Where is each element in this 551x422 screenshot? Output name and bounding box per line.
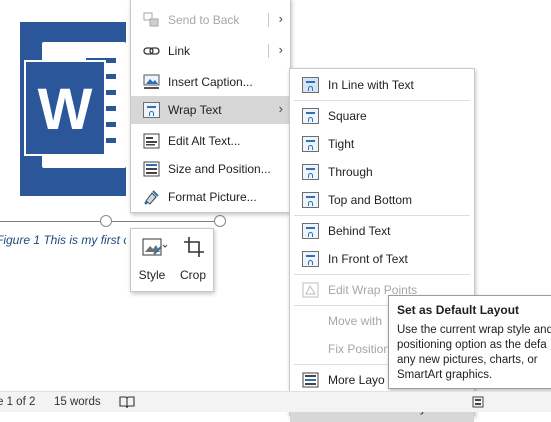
word-count[interactable]: 15 words xyxy=(54,396,101,408)
menu-label-link: Link xyxy=(168,44,191,58)
alt-text-icon xyxy=(143,133,160,149)
page-count[interactable]: e 1 of 2 xyxy=(0,396,35,408)
split-divider xyxy=(268,13,269,27)
chevron-right-icon: › xyxy=(278,11,283,26)
menu-item-send-to-back[interactable]: Send to Back › xyxy=(131,6,290,34)
in-front-of-text-icon xyxy=(302,251,319,267)
menu-label-size-position: Size and Position... xyxy=(168,162,271,176)
crop-icon xyxy=(184,237,204,257)
wrap-through[interactable]: Through xyxy=(290,158,474,186)
menu-label-edit-alt-text: Edit Alt Text... xyxy=(168,134,241,148)
wrap-behind-text[interactable]: Behind Text xyxy=(290,217,474,245)
proofing-book-icon[interactable] xyxy=(119,395,135,409)
crop-button[interactable]: Crop xyxy=(173,229,213,291)
in-line-with-text-icon xyxy=(302,77,319,93)
resize-handle-bottom-right[interactable] xyxy=(214,215,226,227)
wrap-label-tight: Tight xyxy=(328,137,355,151)
menu-divider xyxy=(294,215,470,216)
wrap-label-in-front: In Front of Text xyxy=(328,252,408,266)
wrap-label-move-with: Move with xyxy=(328,314,383,328)
resize-handle-bottom[interactable] xyxy=(100,215,112,227)
style-label: Style xyxy=(138,268,166,282)
context-menu: Send to Back › Link › Insert Caption... … xyxy=(130,0,291,213)
menu-item-insert-caption[interactable]: Insert Caption... xyxy=(131,68,290,96)
menu-label-wrap-text: Wrap Text xyxy=(168,103,222,117)
menu-divider xyxy=(294,274,470,275)
behind-text-icon xyxy=(302,223,319,239)
wrap-label-through: Through xyxy=(328,165,373,179)
menu-item-wrap-text[interactable]: Wrap Text › xyxy=(131,96,290,124)
style-button[interactable]: Style xyxy=(131,229,173,291)
crop-label: Crop xyxy=(179,268,206,282)
wrap-in-line-with-text[interactable]: In Line with Text xyxy=(290,71,474,99)
wrap-label-fix-position: Fix Position xyxy=(328,342,391,356)
tooltip-body: Use the current wrap style and positioni… xyxy=(397,324,551,381)
menu-item-format-picture[interactable]: Format Picture... xyxy=(131,183,290,211)
status-bar: e 1 of 2 15 words xyxy=(0,391,551,412)
wrap-label-top-bottom: Top and Bottom xyxy=(328,193,413,207)
square-wrap-icon xyxy=(302,108,319,124)
menu-divider xyxy=(294,100,470,101)
top-bottom-wrap-icon xyxy=(302,192,319,208)
wrap-label-square: Square xyxy=(328,109,367,123)
chevron-right-icon: › xyxy=(278,42,283,57)
link-icon xyxy=(143,47,160,55)
figure-caption[interactable]: Figure 1 This is my first ca xyxy=(0,233,126,247)
send-to-back-icon xyxy=(143,12,159,27)
view-mode-icon[interactable] xyxy=(472,396,484,408)
mini-toolbar: Style Crop xyxy=(130,228,214,292)
picture-style-icon xyxy=(142,238,168,256)
menu-label-format-picture: Format Picture... xyxy=(168,190,257,204)
menu-item-edit-alt-text[interactable]: Edit Alt Text... xyxy=(131,127,290,155)
insert-caption-icon xyxy=(143,74,160,89)
tooltip-title: Set as Default Layout xyxy=(397,303,520,317)
wrap-label-more-layout: More Layo xyxy=(328,373,385,387)
wrap-label-behind-text: Behind Text xyxy=(328,224,391,238)
word-w-glyph: W xyxy=(37,77,93,142)
wrap-in-front-of-text[interactable]: In Front of Text xyxy=(290,245,474,273)
menu-label-send-to-back: Send to Back xyxy=(168,13,240,27)
tooltip-set-default-layout: Set as Default Layout Use the current wr… xyxy=(388,295,551,389)
wrap-text-icon xyxy=(143,102,160,118)
menu-item-link[interactable]: Link › xyxy=(131,37,290,65)
menu-item-size-position[interactable]: Size and Position... xyxy=(131,155,290,183)
edit-wrap-points-icon xyxy=(302,282,319,298)
wrap-square[interactable]: Square xyxy=(290,102,474,130)
split-divider xyxy=(268,44,269,58)
wrap-tight[interactable]: Tight xyxy=(290,130,474,158)
size-position-icon xyxy=(143,161,160,177)
tight-wrap-icon xyxy=(302,136,319,152)
through-wrap-icon xyxy=(302,164,319,180)
menu-label-insert-caption: Insert Caption... xyxy=(168,75,253,89)
wrap-top-and-bottom[interactable]: Top and Bottom xyxy=(290,186,474,214)
format-picture-icon xyxy=(144,190,159,205)
chevron-right-icon: › xyxy=(278,101,283,116)
more-layout-icon xyxy=(302,372,319,388)
wrap-label-in-line: In Line with Text xyxy=(328,78,414,92)
